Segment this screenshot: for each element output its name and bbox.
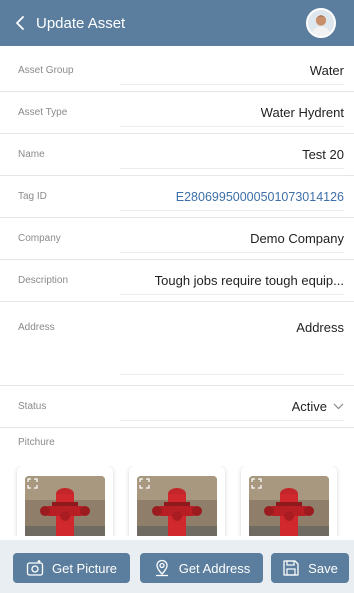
- asset-group-label: Asset Group: [18, 65, 74, 76]
- picture-gallery: [0, 466, 354, 536]
- address-label: Address: [18, 322, 55, 333]
- company-row[interactable]: Company Demo Company: [0, 218, 354, 260]
- field-underline: [120, 84, 344, 85]
- name-label: Name: [18, 149, 45, 160]
- asset-form: Asset Group Water Asset Type Water Hydre…: [0, 50, 354, 428]
- get-picture-button[interactable]: Get Picture: [13, 553, 130, 583]
- field-underline: [120, 168, 344, 169]
- field-underline: [120, 210, 344, 211]
- company-value[interactable]: Demo Company: [250, 231, 344, 246]
- tag-id-row[interactable]: Tag ID E2806995000050107301412​6: [0, 176, 354, 218]
- address-row[interactable]: Address Address: [0, 302, 354, 386]
- pictures-label: Pitchure: [18, 437, 55, 448]
- company-label: Company: [18, 233, 61, 244]
- status-label: Status: [18, 401, 47, 412]
- description-label: Description: [18, 275, 69, 286]
- back-button[interactable]: [0, 0, 26, 46]
- asset-type-row[interactable]: Asset Type Water Hydrent: [0, 92, 354, 134]
- field-underline: [120, 294, 344, 295]
- tag-id-label: Tag ID: [18, 191, 47, 202]
- get-address-button[interactable]: Get Address: [140, 553, 263, 583]
- camera-add-icon: [26, 560, 44, 576]
- tag-id-value[interactable]: E2806995000050107301412​6: [176, 190, 344, 204]
- field-underline: [120, 374, 344, 375]
- description-row[interactable]: Description Tough jobs require tough equ…: [0, 260, 354, 302]
- picture-card[interactable]: [241, 466, 337, 536]
- picture-card[interactable]: [17, 466, 113, 536]
- chevron-down-icon: [333, 403, 344, 410]
- action-bar: Get Picture Get Address Save: [0, 540, 354, 593]
- user-avatar-icon: [308, 10, 334, 36]
- field-underline: [120, 126, 344, 127]
- expand-icon[interactable]: [139, 478, 150, 489]
- asset-group-value[interactable]: Water: [310, 63, 344, 78]
- description-field[interactable]: Tough jobs require tough equip...: [155, 273, 344, 288]
- picture-card[interactable]: [129, 466, 225, 536]
- asset-group-row[interactable]: Asset Group Water: [0, 50, 354, 92]
- asset-type-label: Asset Type: [18, 107, 68, 118]
- status-row[interactable]: Status Active: [0, 386, 354, 428]
- page-title: Update Asset: [36, 14, 126, 32]
- expand-icon[interactable]: [251, 478, 262, 489]
- location-pin-icon: [155, 559, 168, 577]
- status-dropdown[interactable]: Active: [292, 399, 344, 414]
- get-address-label: Get Address: [178, 560, 251, 576]
- app-header: Update Asset: [0, 0, 354, 46]
- name-row[interactable]: Name Test 20: [0, 134, 354, 176]
- save-button[interactable]: Save: [271, 553, 349, 583]
- avatar[interactable]: [306, 8, 336, 38]
- get-picture-label: Get Picture: [51, 560, 118, 576]
- expand-icon[interactable]: [27, 478, 38, 489]
- field-underline: [120, 252, 344, 253]
- asset-type-value[interactable]: Water Hydrent: [261, 105, 344, 120]
- address-field[interactable]: Address: [296, 320, 344, 335]
- floppy-disk-icon: [283, 560, 299, 576]
- name-field[interactable]: Test 20: [302, 147, 344, 162]
- chevron-left-icon: [16, 16, 24, 30]
- save-label: Save: [308, 560, 338, 576]
- field-underline: [120, 420, 344, 421]
- status-value: Active: [291, 399, 327, 414]
